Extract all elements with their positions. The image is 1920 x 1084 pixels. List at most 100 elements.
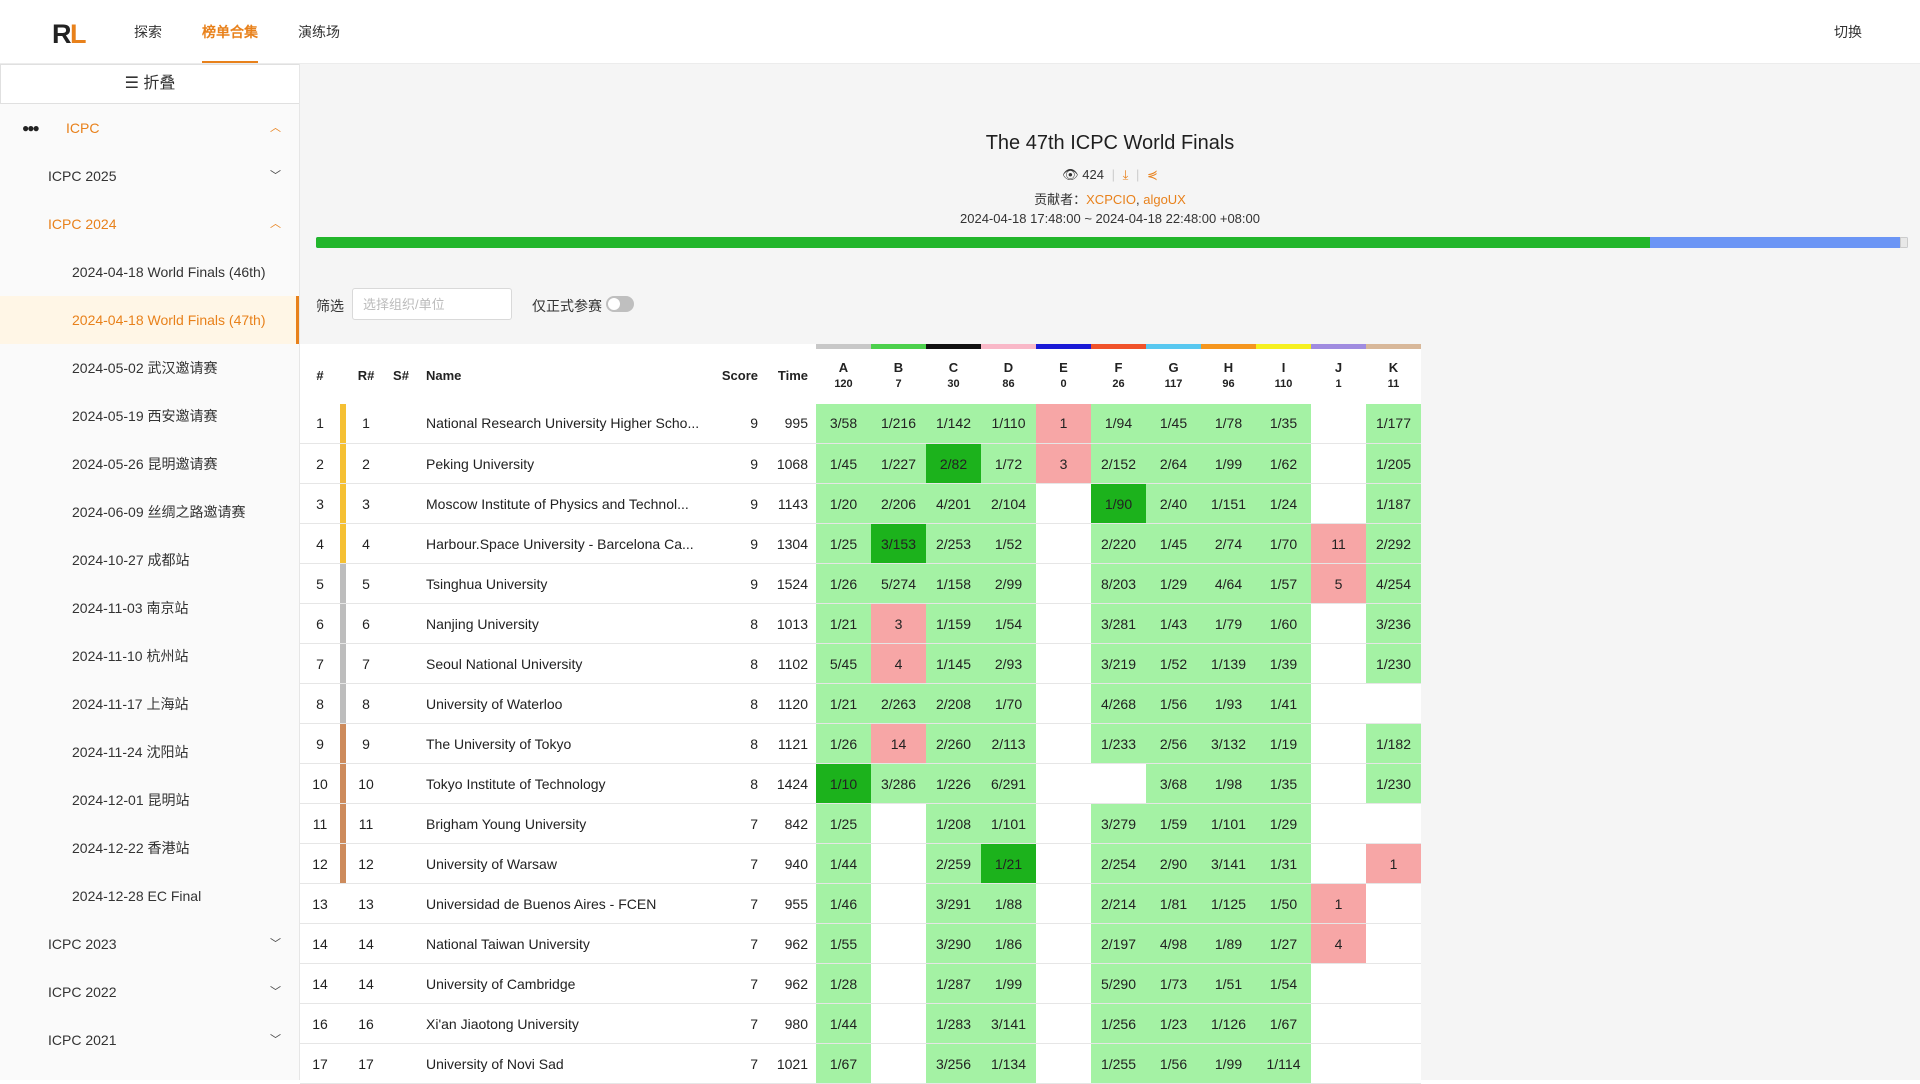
problem-status-cell[interactable]: 1/45 (816, 443, 871, 484)
problem-status-cell[interactable] (1366, 803, 1421, 844)
problem-status-cell[interactable]: 1/25 (816, 523, 871, 564)
col-header-problem[interactable]: E0 (1036, 344, 1091, 404)
table-row[interactable]: 8 8 University of Waterloo 8 1120 1/21 2/263 2/… (300, 683, 1421, 724)
problem-status-cell[interactable]: 6/291 (981, 763, 1036, 804)
problem-status-cell[interactable] (1036, 723, 1091, 764)
col-header-problem[interactable]: D 86 (981, 344, 1036, 404)
table-row[interactable]: 10 10 Tokyo Institute of Technology 8 1424 1/… (300, 763, 1421, 804)
sidebar-item-contest[interactable]: 2024-12-01 昆明站 (0, 776, 299, 824)
problem-status-cell[interactable] (1036, 1003, 1091, 1044)
problem-status-cell[interactable]: 4/98 (1146, 923, 1201, 964)
problem-status-cell[interactable]: 3/153 (871, 523, 926, 564)
problem-status-cell[interactable]: 2/152 (1091, 443, 1146, 484)
table-row[interactable]: 11 11 Brigham Young University 7 842 1/25 1/20… (300, 803, 1421, 844)
problem-status-cell[interactable]: 3/68 (1146, 763, 1201, 804)
sidebar-item-contest[interactable]: 2024-05-02 武汉邀请赛 (0, 344, 299, 392)
problem-status-cell[interactable]: 1/23 (1146, 1003, 1201, 1044)
problem-status-cell[interactable]: 1/101 (981, 803, 1036, 844)
problem-status-cell[interactable]: 1/187 (1366, 483, 1421, 524)
team-name-cell[interactable]: Nanjing University (416, 603, 716, 644)
problem-status-cell[interactable]: 1/41 (1256, 683, 1311, 724)
problem-status-cell[interactable] (1366, 963, 1421, 1004)
problem-status-cell[interactable]: 1/19 (1256, 723, 1311, 764)
problem-status-cell[interactable]: 2/263 (871, 683, 926, 724)
problem-status-cell[interactable]: 2/206 (871, 483, 926, 524)
problem-status-cell[interactable]: 1/52 (981, 523, 1036, 564)
problem-status-cell[interactable] (1036, 963, 1091, 1004)
problem-status-cell[interactable] (1036, 643, 1091, 684)
problem-status-cell[interactable]: 4 (1311, 923, 1366, 964)
problem-status-cell[interactable] (1036, 763, 1091, 804)
problem-status-cell[interactable]: 2/56 (1146, 723, 1201, 764)
col-header-name[interactable]: Name (416, 346, 716, 404)
problem-status-cell[interactable] (1036, 923, 1091, 964)
problem-status-cell[interactable]: 1/230 (1366, 763, 1421, 804)
problem-status-cell[interactable]: 1/99 (981, 963, 1036, 1004)
problem-status-cell[interactable]: 1/57 (1256, 563, 1311, 604)
sidebar-item-contest[interactable]: 2024-04-18 World Finals (47th) (0, 296, 299, 344)
sidebar-group[interactable]: ICPC 2025 ﹀ (0, 152, 299, 200)
problem-status-cell[interactable]: 1/35 (1256, 403, 1311, 444)
problem-status-cell[interactable]: 1/54 (1256, 963, 1311, 1004)
problem-status-cell[interactable]: 4/268 (1091, 683, 1146, 724)
team-name-cell[interactable]: University of Waterloo (416, 683, 716, 724)
problem-status-cell[interactable]: 1/28 (816, 963, 871, 1004)
problem-status-cell[interactable] (1036, 603, 1091, 644)
problem-status-cell[interactable]: 1/126 (1201, 1003, 1256, 1044)
problem-status-cell[interactable]: 1/45 (1146, 403, 1201, 444)
col-header-s-rank[interactable]: S# (386, 346, 416, 404)
problem-status-cell[interactable] (1036, 1043, 1091, 1084)
problem-status-cell[interactable]: 1/230 (1366, 643, 1421, 684)
team-name-cell[interactable]: The University of Tokyo (416, 723, 716, 764)
problem-status-cell[interactable]: 1/177 (1366, 403, 1421, 444)
table-row[interactable]: 16 16 Xi'an Jiaotong University 7 980 1/44 1/2… (300, 1003, 1421, 1044)
problem-status-cell[interactable]: 1/54 (981, 603, 1036, 644)
table-row[interactable]: 3 3 Moscow Institute of Physics and Techno… (300, 483, 1421, 524)
problem-status-cell[interactable] (1311, 483, 1366, 524)
progress-handle[interactable] (1900, 237, 1908, 248)
problem-status-cell[interactable]: 1/114 (1256, 1043, 1311, 1084)
problem-status-cell[interactable] (1366, 923, 1421, 964)
nav-playground[interactable]: 演练场 (298, 0, 340, 64)
col-header-problem[interactable]: I 110 (1256, 344, 1311, 404)
team-name-cell[interactable]: Moscow Institute of Physics and Technol.… (416, 483, 716, 524)
sidebar-item-icpc[interactable]: ●●● ICPC ︿ (0, 104, 299, 152)
problem-status-cell[interactable] (1036, 883, 1091, 924)
problem-status-cell[interactable]: 4 (871, 643, 926, 684)
problem-status-cell[interactable]: 1/287 (926, 963, 981, 1004)
problem-status-cell[interactable]: 1/70 (1256, 523, 1311, 564)
problem-status-cell[interactable]: 1/205 (1366, 443, 1421, 484)
team-name-cell[interactable]: National Taiwan University (416, 923, 716, 964)
problem-status-cell[interactable]: 2/74 (1201, 523, 1256, 564)
col-header-problem[interactable]: H 96 (1201, 344, 1256, 404)
problem-status-cell[interactable]: 1/226 (926, 763, 981, 804)
problem-status-cell[interactable]: 1/73 (1146, 963, 1201, 1004)
team-name-cell[interactable]: National Research University Higher Scho… (416, 403, 716, 444)
problem-status-cell[interactable]: 1/67 (816, 1043, 871, 1084)
problem-status-cell[interactable]: 1/81 (1146, 883, 1201, 924)
share-icon[interactable]: ⋞ (1147, 167, 1158, 182)
team-name-cell[interactable]: University of Warsaw (416, 843, 716, 884)
col-header-problem[interactable]: F 26 (1091, 344, 1146, 404)
problem-status-cell[interactable]: 1/27 (1256, 923, 1311, 964)
problem-status-cell[interactable]: 1/182 (1366, 723, 1421, 764)
problem-status-cell[interactable]: 1/283 (926, 1003, 981, 1044)
problem-status-cell[interactable] (1366, 1003, 1421, 1044)
problem-status-cell[interactable] (871, 963, 926, 1004)
fold-button[interactable]: ☰ 折叠 (0, 64, 299, 104)
problem-status-cell[interactable]: 2/220 (1091, 523, 1146, 564)
problem-status-cell[interactable]: 1/255 (1091, 1043, 1146, 1084)
problem-status-cell[interactable]: 1/31 (1256, 843, 1311, 884)
sidebar-group[interactable]: ICPC 2022 ﹀ (0, 968, 299, 1016)
problem-status-cell[interactable] (1311, 643, 1366, 684)
problem-status-cell[interactable]: 1/134 (981, 1043, 1036, 1084)
problem-status-cell[interactable]: 1/125 (1201, 883, 1256, 924)
col-header-problem[interactable]: B7 (871, 344, 926, 404)
problem-status-cell[interactable] (1036, 563, 1091, 604)
sidebar-item-contest[interactable]: 2024-11-17 上海站 (0, 680, 299, 728)
problem-status-cell[interactable]: 1/233 (1091, 723, 1146, 764)
problem-status-cell[interactable]: 5/274 (871, 563, 926, 604)
sidebar-item-contest[interactable]: 2024-11-03 南京站 (0, 584, 299, 632)
col-header-rank[interactable]: # (300, 346, 340, 404)
problem-status-cell[interactable]: 1/26 (816, 723, 871, 764)
